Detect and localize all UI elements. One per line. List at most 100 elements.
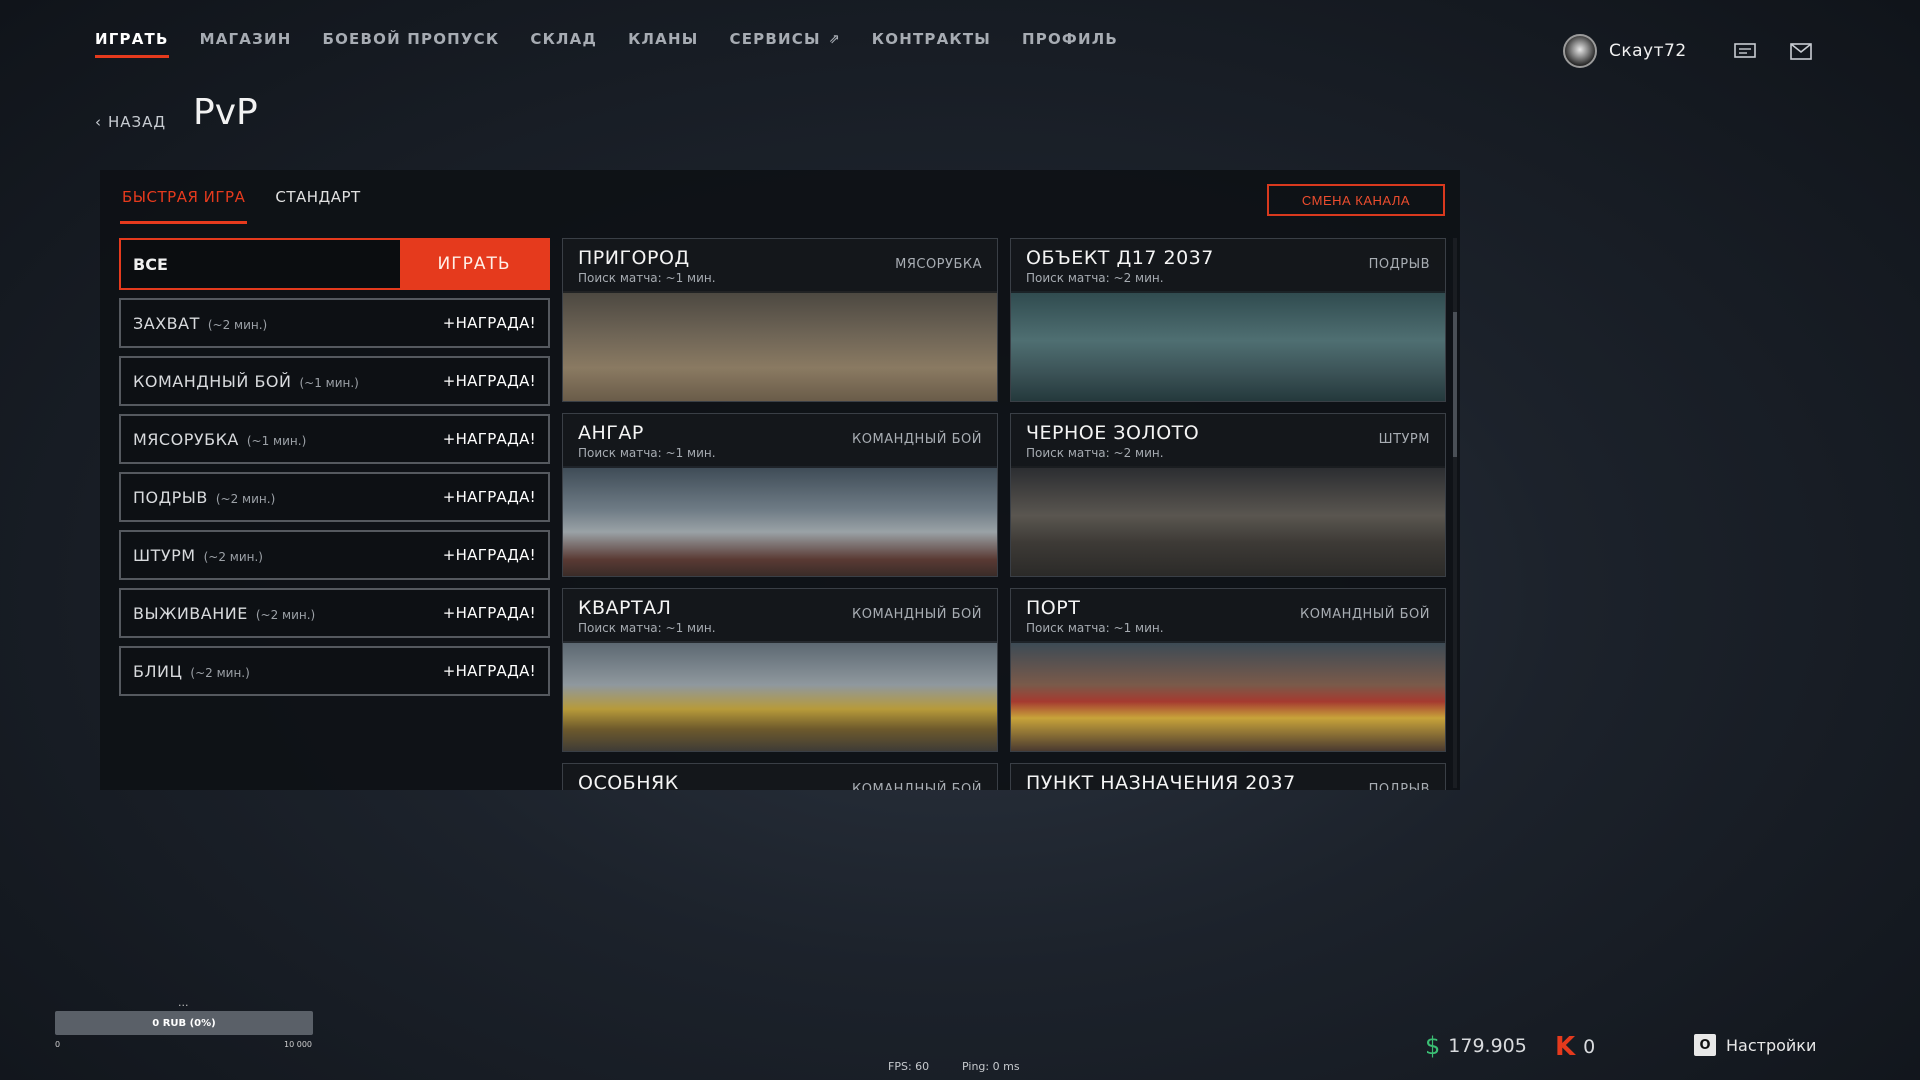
main-nav: ИГРАТЬ МАГАЗИН БОЕВОЙ ПРОПУСК СКЛАД КЛАН… [95,30,1118,58]
settings-button[interactable]: O Настройки [1694,1034,1816,1056]
map-mode: КОМАНДНЫЙ БОЙ [852,607,982,622]
currency-dollars: $ 179.905 [1425,1032,1527,1060]
chevron-left-icon: ‹ [95,113,102,131]
map-name: ПРИГОРОД [578,247,690,269]
nav-contracts[interactable]: КОНТРАКТЫ [872,30,991,48]
nav-services-label: СЕРВИСЫ [729,30,821,48]
map-mode: ПОДРЫВ [1368,782,1430,790]
rub-progress-bar: 0 RUB (0%) [55,1011,313,1035]
avatar [1563,34,1597,68]
nav-play[interactable]: ИГРАТЬ [95,30,169,58]
progress-min: 0 [55,1040,61,1049]
tab-quick-play[interactable]: БЫСТРАЯ ИГРА [119,188,248,224]
nav-contracts-label: КОНТРАКТЫ [871,30,992,48]
dollars-amount: 179.905 [1448,1035,1527,1057]
nav-profile[interactable]: ПРОФИЛЬ [1022,30,1118,48]
map-preview-image [1011,641,1445,751]
tab-standard[interactable]: СТАНДАРТ [275,188,360,224]
back-button[interactable]: ‹ НАЗАД [95,113,166,131]
map-card-quarter[interactable]: КВАРТАЛ Поиск матча: ~1 мин. КОМАНДНЫЙ Б… [562,588,998,752]
chat-icon[interactable] [1734,43,1756,60]
scrollbar-thumb[interactable] [1453,312,1457,457]
map-mode: КОМАНДНЫЙ БОЙ [1300,607,1430,622]
mode-row-assault[interactable]: ШТУРМ (~2 мин.) +НАГРАДА! [119,530,550,580]
map-card-suburb[interactable]: ПРИГОРОД Поиск матча: ~1 мин. МЯСОРУБКА [562,238,998,402]
map-grid: ПРИГОРОД Поиск матча: ~1 мин. МЯСОРУБКА … [562,238,1446,790]
mode-row-survival[interactable]: ВЫЖИВАНИЕ (~2 мин.) +НАГРАДА! [119,588,550,638]
map-wait-time: Поиск матча: ~1 мин. [578,446,716,460]
map-name: ОБЪЕКТ Д17 2037 [1026,247,1214,269]
mode-all-row: ВСЕ ИГРАТЬ [119,238,550,290]
mode-name: ВЫЖИВАНИЕ [133,603,248,623]
map-preview-image [1011,466,1445,576]
map-card-destination-2037[interactable]: ПУНКТ НАЗНАЧЕНИЯ 2037 ПОДРЫВ [1010,763,1446,790]
mode-reward: +НАГРАДА! [442,314,536,332]
mode-row-demolition[interactable]: ПОДРЫВ (~2 мин.) +НАГРАДА! [119,472,550,522]
map-name: АНГАР [578,422,644,444]
mode-name: ПОДРЫВ [133,487,208,507]
map-card-port[interactable]: ПОРТ Поиск матча: ~1 мин. КОМАНДНЫЙ БОЙ [1010,588,1446,752]
mode-all-label[interactable]: ВСЕ [121,240,400,288]
map-preview-image [563,291,997,401]
mode-reward: +НАГРАДА! [442,604,536,622]
map-mode: ПОДРЫВ [1368,257,1430,272]
change-channel-button[interactable]: СМЕНА КАНАЛА [1267,184,1445,216]
currency-k: K 0 [1555,1032,1595,1062]
tabs: БЫСТРАЯ ИГРА СТАНДАРТ [119,188,361,224]
mode-name: МЯСОРУБКА [133,429,239,449]
map-name: ЧЕРНОЕ ЗОЛОТО [1026,422,1200,444]
map-name: ОСОБНЯК [578,772,679,790]
key-hint-icon: O [1694,1034,1716,1056]
mode-row-team-deathmatch[interactable]: КОМАНДНЫЙ БОЙ (~1 мин.) +НАГРАДА! [119,356,550,406]
k-amount: 0 [1583,1036,1596,1058]
map-preview-image [563,641,997,751]
user-profile[interactable]: Скаут72 [1563,34,1687,68]
map-name: КВАРТАЛ [578,597,672,619]
map-wait-time: Поиск матча: ~1 мин. [578,271,716,285]
mode-time: (~1 мин.) [299,376,359,390]
nav-clans[interactable]: КЛАНЫ [628,30,698,48]
mode-time: (~1 мин.) [246,434,307,448]
progress-label: 0 RUB (0%) [152,1017,216,1029]
mode-row-capture[interactable]: ЗАХВАТ (~2 мин.) +НАГРАДА! [119,298,550,348]
map-mode: КОМАНДНЫЙ БОЙ [852,782,982,790]
nav-storage[interactable]: СКЛАД [530,30,597,48]
nav-clans-label: КЛАНЫ [628,30,699,48]
mode-reward: +НАГРАДА! [442,372,536,390]
k-currency-icon: K [1555,1032,1576,1062]
map-preview-image [1011,291,1445,401]
mode-time: (~2 мин.) [207,318,268,332]
mail-icon[interactable] [1790,43,1812,60]
mode-time: (~2 мин.) [255,608,316,622]
play-button[interactable]: ИГРАТЬ [400,240,548,288]
nav-services[interactable]: СЕРВИСЫ ⇗ [730,30,841,48]
mode-row-blitz[interactable]: БЛИЦ (~2 мин.) +НАГРАДА! [119,646,550,696]
mode-name: БЛИЦ [133,661,183,681]
map-name: ПОРТ [1026,597,1081,619]
mode-name: КОМАНДНЫЙ БОЙ [133,371,292,391]
nav-shop[interactable]: МАГАЗИН [200,30,292,48]
nav-play-label: ИГРАТЬ [95,30,169,48]
username: Скаут72 [1609,41,1687,61]
ping-counter: Ping: 0 ms [962,1060,1020,1073]
map-wait-time: Поиск матча: ~1 мин. [578,621,716,635]
back-label: НАЗАД [108,113,167,131]
nav-battle-pass-label: БОЕВОЙ ПРОПУСК [322,30,500,48]
nav-battle-pass[interactable]: БОЕВОЙ ПРОПУСК [322,30,499,48]
map-preview-image [563,466,997,576]
fps-counter: FPS: 60 [888,1060,930,1073]
nav-shop-label: МАГАЗИН [199,30,292,48]
map-mode: ШТУРМ [1378,432,1430,447]
mode-row-meat-grinder[interactable]: МЯСОРУБКА (~1 мин.) +НАГРАДА! [119,414,550,464]
map-card-hangar[interactable]: АНГАР Поиск матча: ~1 мин. КОМАНДНЫЙ БОЙ [562,413,998,577]
mode-time: (~2 мин.) [190,666,250,680]
nav-profile-label: ПРОФИЛЬ [1022,30,1119,48]
map-card-object-d17[interactable]: ОБЪЕКТ Д17 2037 Поиск матча: ~2 мин. ПОД… [1010,238,1446,402]
nav-storage-label: СКЛАД [530,30,598,48]
settings-label: Настройки [1726,1035,1817,1055]
mode-panel: БЫСТРАЯ ИГРА СТАНДАРТ СМЕНА КАНАЛА ВСЕ И… [100,170,1460,790]
mode-time: (~2 мин.) [215,492,276,506]
mode-reward: +НАГРАДА! [442,546,536,564]
map-card-black-gold[interactable]: ЧЕРНОЕ ЗОЛОТО Поиск матча: ~2 мин. ШТУРМ [1010,413,1446,577]
map-card-mansion[interactable]: ОСОБНЯК КОМАНДНЫЙ БОЙ [562,763,998,790]
